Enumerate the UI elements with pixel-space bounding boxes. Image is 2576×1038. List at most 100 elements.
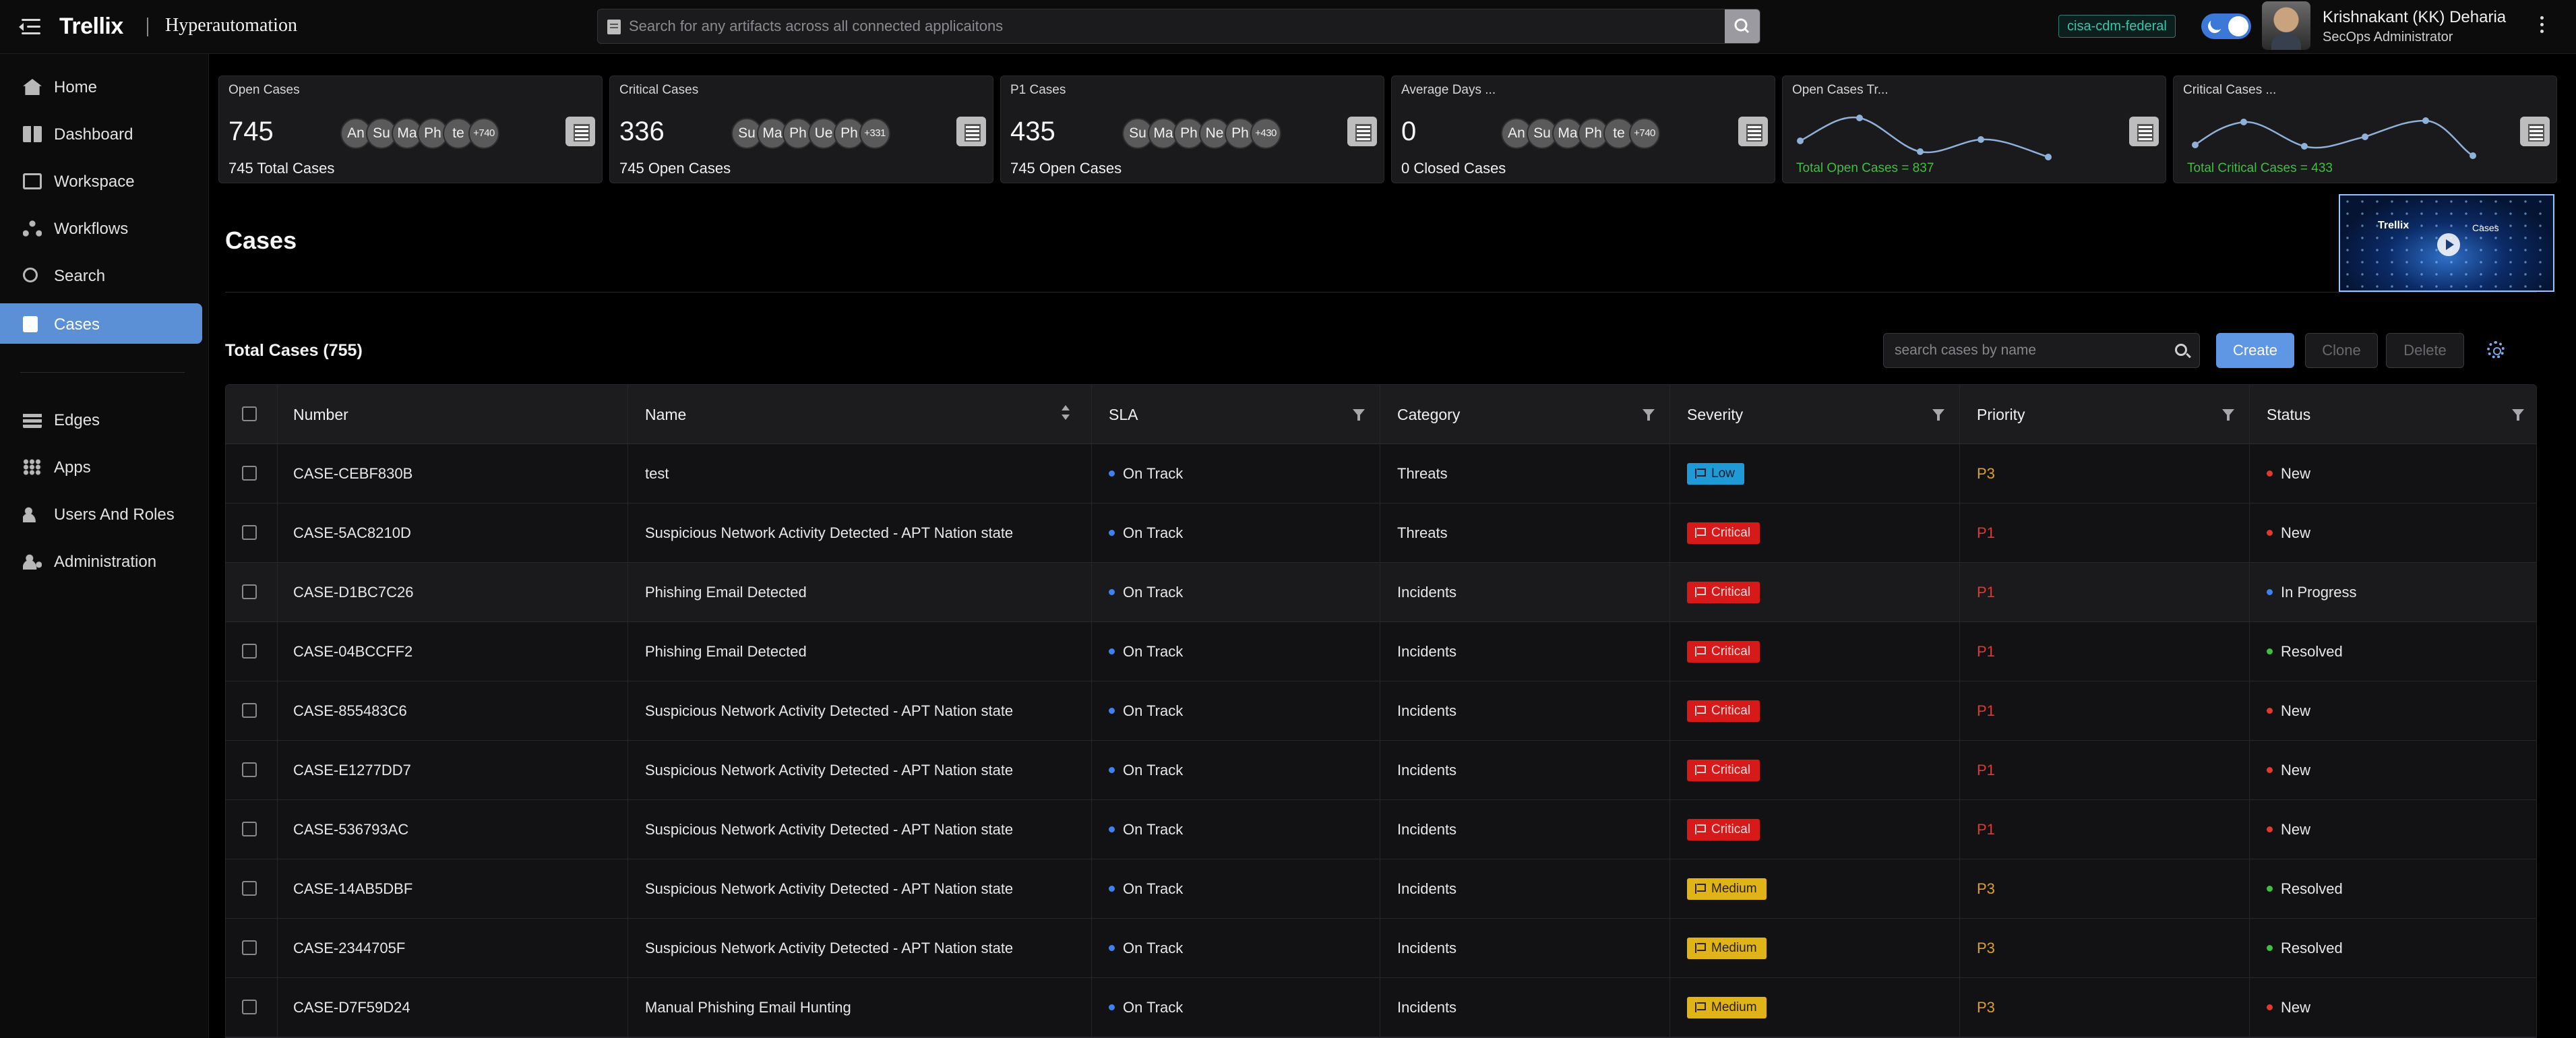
row-checkbox[interactable]	[242, 940, 257, 955]
row-checkbox[interactable]	[242, 762, 257, 777]
row-checkbox[interactable]	[242, 644, 257, 659]
card-details-button[interactable]	[956, 117, 986, 146]
table-row[interactable]: CASE-D7F59D24 Manual Phishing Email Hunti…	[226, 978, 2536, 1037]
row-checkbox[interactable]	[242, 822, 257, 836]
open-cases-card[interactable]: Open Cases 745 An Su Ma Ph te +740 745 T…	[218, 75, 603, 183]
sidebar-item-home[interactable]: Home	[0, 66, 202, 106]
card-details-button[interactable]	[1347, 117, 1377, 146]
gear-icon[interactable]	[2487, 341, 2505, 359]
case-number[interactable]: CASE-5AC8210D	[293, 503, 411, 563]
category-value: Incidents	[1397, 584, 1457, 601]
edges-icon	[23, 412, 42, 428]
card-details-button[interactable]	[565, 117, 595, 146]
more-options-icon[interactable]	[2537, 13, 2546, 40]
column-header-number[interactable]: Number	[293, 385, 348, 444]
delete-button[interactable]: Delete	[2386, 333, 2464, 368]
case-name[interactable]: Suspicious Network Activity Detected - A…	[645, 859, 1013, 919]
average-days-card[interactable]: Average Days ... 0 An Su Ma Ph te +740 0…	[1391, 75, 1775, 183]
row-checkbox[interactable]	[242, 1000, 257, 1014]
sidebar-item-users-and-roles[interactable]: Users And Roles	[0, 493, 202, 534]
sidebar-item-search[interactable]: Search	[0, 255, 202, 295]
case-number[interactable]: CASE-04BCCFF2	[293, 622, 412, 681]
case-number[interactable]: CASE-536793AC	[293, 800, 408, 859]
filter-icon[interactable]	[1353, 409, 1365, 421]
p1-cases-card[interactable]: P1 Cases 435 Su Ma Ph Ne Ph +430 745 Ope…	[1000, 75, 1384, 183]
card-details-button[interactable]	[1738, 117, 1768, 146]
cases-video-thumbnail[interactable]: Trellix Cases	[2339, 194, 2554, 292]
sidebar-item-workspace[interactable]: Workspace	[0, 160, 202, 201]
table-row[interactable]: CASE-04BCCFF2 Phishing Email Detected On T…	[226, 622, 2536, 681]
case-name[interactable]: Suspicious Network Activity Detected - A…	[645, 919, 1013, 978]
select-all-checkbox[interactable]	[242, 406, 257, 421]
sparkline-point	[2301, 143, 2308, 150]
case-name[interactable]: Phishing Email Detected	[645, 563, 807, 622]
case-number[interactable]: CASE-D1BC7C26	[293, 563, 414, 622]
case-number[interactable]: CASE-D7F59D24	[293, 978, 410, 1037]
create-button[interactable]: Create	[2216, 333, 2294, 368]
sidebar-item-administration[interactable]: Administration	[0, 541, 202, 581]
theme-toggle[interactable]	[2201, 13, 2251, 39]
status-cell: New	[2267, 741, 2310, 800]
global-search-button[interactable]	[1725, 9, 1760, 43]
case-name[interactable]: Suspicious Network Activity Detected - A…	[645, 681, 1013, 741]
user-role: SecOps Administrator	[2323, 30, 2453, 44]
critical-cases-card[interactable]: Critical Cases 336 Su Ma Ph Ue Ph +331 7…	[609, 75, 993, 183]
column-header-priority[interactable]: Priority	[1977, 385, 2025, 444]
environment-chip[interactable]: cisa-cdm-federal	[2058, 15, 2176, 38]
sidebar-item-workflows[interactable]: Workflows	[0, 208, 202, 248]
table-row[interactable]: CASE-5AC8210D Suspicious Network Activity…	[226, 503, 2536, 563]
sidebar-item-apps[interactable]: Apps	[0, 446, 202, 487]
row-checkbox[interactable]	[242, 525, 257, 540]
global-search-input[interactable]	[629, 9, 1707, 43]
open-cases-trend-card[interactable]: Open Cases Tr... Total Open Cases = 837	[1782, 75, 2166, 183]
case-name[interactable]: test	[645, 444, 669, 503]
case-name[interactable]: Suspicious Network Activity Detected - A…	[645, 800, 1013, 859]
case-number[interactable]: CASE-855483C6	[293, 681, 407, 741]
status-value: New	[2281, 762, 2311, 778]
case-number[interactable]: CASE-2344705F	[293, 919, 405, 978]
sidebar-item-cases[interactable]: Cases	[0, 303, 202, 344]
row-checkbox[interactable]	[242, 881, 257, 896]
card-details-button[interactable]	[2129, 117, 2159, 146]
table-row[interactable]: CASE-855483C6 Suspicious Network Activity…	[226, 681, 2536, 741]
table-row[interactable]: CASE-CEBF830B test On Track Threats Low P3 New	[226, 444, 2536, 503]
sort-icon[interactable]	[1062, 405, 1070, 421]
column-header-sla[interactable]: SLA	[1109, 385, 1138, 444]
row-checkbox[interactable]	[242, 466, 257, 481]
sidebar-item-edges[interactable]: Edges	[0, 399, 202, 439]
search-icon[interactable]	[2175, 344, 2187, 356]
case-name[interactable]: Suspicious Network Activity Detected - A…	[645, 741, 1013, 800]
filter-icon[interactable]	[2512, 409, 2524, 421]
menu-collapse-icon[interactable]	[16, 15, 43, 39]
case-name[interactable]: Manual Phishing Email Hunting	[645, 978, 851, 1037]
priority-value: P1	[1977, 643, 1995, 660]
sidebar-item-dashboard[interactable]: Dashboard	[0, 113, 202, 154]
table-row[interactable]: CASE-536793AC Suspicious Network Activity…	[226, 800, 2536, 859]
critical-cases-trend-card[interactable]: Critical Cases ... Total Critical Cases …	[2173, 75, 2557, 183]
filter-icon[interactable]	[1643, 409, 1655, 421]
user-avatar[interactable]	[2262, 1, 2310, 50]
column-header-severity[interactable]: Severity	[1687, 385, 1743, 444]
sparkline-point	[1977, 136, 1984, 143]
card-details-button[interactable]	[2520, 117, 2550, 146]
table-row[interactable]: CASE-E1277DD7 Suspicious Network Activity…	[226, 741, 2536, 800]
column-header-status[interactable]: Status	[2267, 385, 2310, 444]
play-icon[interactable]	[2437, 233, 2460, 256]
case-number[interactable]: CASE-E1277DD7	[293, 741, 411, 800]
case-name[interactable]: Phishing Email Detected	[645, 622, 807, 681]
filter-icon[interactable]	[1932, 409, 1944, 421]
case-search-input[interactable]	[1895, 334, 2164, 367]
row-checkbox[interactable]	[242, 584, 257, 599]
filter-icon[interactable]	[2222, 409, 2234, 421]
user-name: Krishnakant (KK) Deharia	[2323, 8, 2507, 26]
case-name[interactable]: Suspicious Network Activity Detected - A…	[645, 503, 1013, 563]
case-number[interactable]: CASE-CEBF830B	[293, 444, 412, 503]
column-header-category[interactable]: Category	[1397, 385, 1460, 444]
table-row[interactable]: CASE-D1BC7C26 Phishing Email Detected On T…	[226, 563, 2536, 622]
table-row[interactable]: CASE-14AB5DBF Suspicious Network Activity…	[226, 859, 2536, 919]
case-number[interactable]: CASE-14AB5DBF	[293, 859, 412, 919]
table-row[interactable]: CASE-2344705F Suspicious Network Activity…	[226, 919, 2536, 978]
row-checkbox[interactable]	[242, 703, 257, 718]
clone-button[interactable]: Clone	[2305, 333, 2378, 368]
column-header-name[interactable]: Name	[645, 385, 686, 444]
